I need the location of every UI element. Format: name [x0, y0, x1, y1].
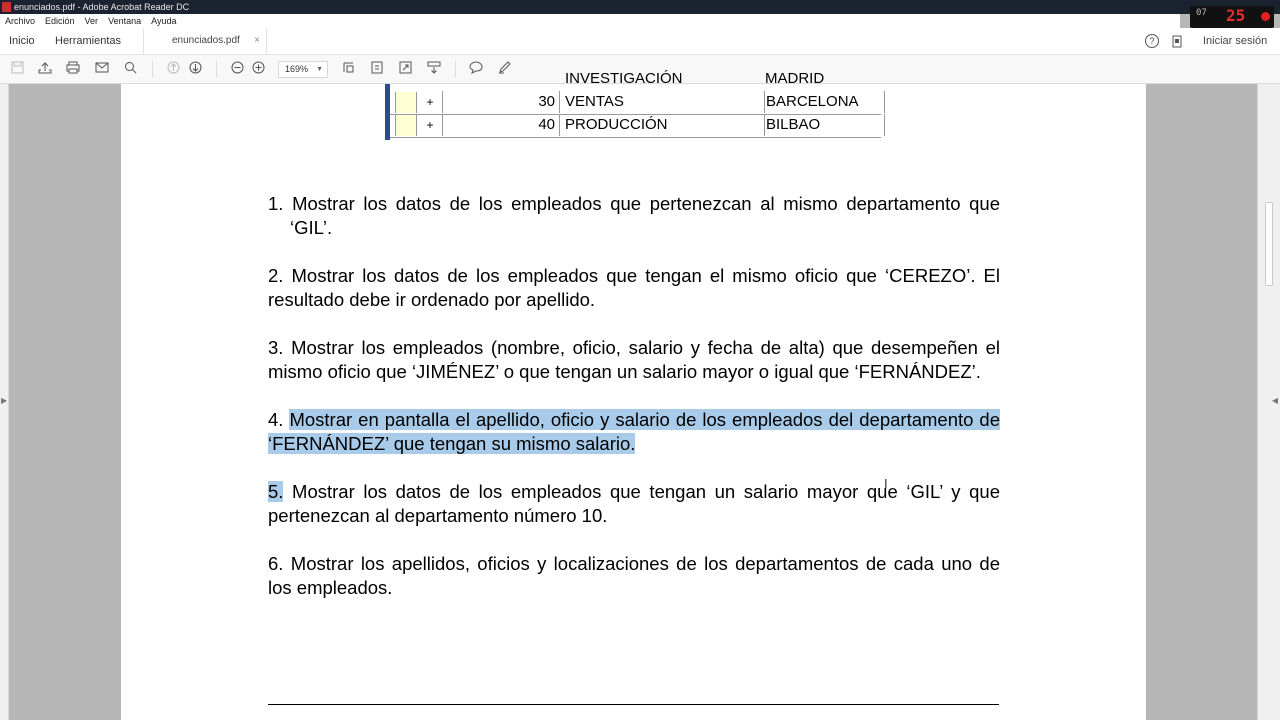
dept-number: 40 [442, 114, 560, 136]
comment-icon[interactable] [468, 61, 484, 77]
menu-bar: Archivo Edición Ver Ventana Ayuda [0, 14, 1180, 28]
tab-document[interactable]: enunciados.pdf × [143, 28, 267, 54]
save-icon[interactable] [9, 61, 25, 77]
menu-edicion[interactable]: Edición [40, 14, 80, 28]
full-screen-icon[interactable] [397, 61, 413, 77]
close-tab-icon[interactable]: × [254, 28, 260, 54]
scroll-thumb[interactable] [1265, 202, 1273, 286]
horizontal-rule [268, 704, 999, 705]
exercise-item[interactable]: 5. Mostrar los datos de los empleados qu… [268, 480, 1000, 528]
menu-ayuda[interactable]: Ayuda [146, 14, 181, 28]
tab-bar: Inicio Herramientas enunciados.pdf × ? I… [0, 28, 1280, 55]
recorder-widget[interactable]: 07 25 [1190, 6, 1274, 28]
toolbar-separator [455, 61, 456, 77]
toolbar-separator [216, 61, 217, 77]
department-table: INVESTIGACIÓN MADRID + 30 VENTAS BARCELO… [385, 70, 885, 140]
page-fit-icon[interactable] [369, 61, 385, 77]
table-row: + 30 VENTAS BARCELONA [390, 91, 885, 115]
exercise-text: Mostrar los apellidos, oficios y localiz… [268, 553, 1000, 598]
exercise-number-selected: 5. [268, 481, 284, 502]
expand-right-icon: ◀ [1271, 396, 1278, 405]
exercise-item[interactable]: 4. Mostrar en pantalla el apellido, ofic… [268, 408, 1001, 456]
vertical-scrollbar[interactable]: ◀ [1257, 84, 1280, 720]
help-icon: ? [1145, 34, 1159, 48]
row-selector [395, 115, 417, 136]
exercise-item[interactable]: 3. Mostrar los empleados (nombre, oficio… [268, 336, 1000, 384]
select-tool-icon[interactable] [340, 61, 356, 77]
recorder-time: 25 [1226, 6, 1246, 25]
print-icon[interactable] [65, 61, 81, 77]
acrobat-icon [2, 2, 11, 12]
pen-icon[interactable] [497, 61, 513, 77]
menu-ventana[interactable]: Ventana [103, 14, 146, 28]
exercise-list[interactable]: 1. Mostrar los datos de los empleados qu… [268, 192, 1001, 624]
tab-herramientas[interactable]: Herramientas [55, 28, 121, 54]
device-icon [1172, 35, 1182, 48]
menu-archivo[interactable]: Archivo [0, 14, 40, 28]
document-tab-label: enunciados.pdf [172, 35, 240, 46]
text-cursor-icon: I [884, 476, 888, 491]
dept-name: VENTAS [562, 91, 765, 113]
exercise-number: 4. [268, 409, 284, 430]
dept-location: BILBAO [762, 114, 885, 136]
window-titlebar: enunciados.pdf - Adobe Acrobat Reader DC [0, 0, 1280, 14]
zoom-out-icon[interactable] [229, 61, 245, 77]
menu-ver[interactable]: Ver [80, 14, 104, 28]
table-row: + 40 PRODUCCIÓN BILBAO [390, 114, 885, 138]
tab-inicio[interactable]: Inicio [9, 28, 35, 54]
exercise-number: 2. [268, 265, 284, 286]
expand-row-icon: + [418, 114, 443, 136]
mobile-link-button[interactable] [1172, 28, 1182, 54]
previous-page-icon[interactable] [165, 61, 181, 77]
zoom-in-icon[interactable] [250, 61, 266, 77]
left-panel-toggle[interactable]: ▶ [0, 84, 9, 720]
window-title: enunciados.pdf - Adobe Acrobat Reader DC [14, 2, 190, 12]
signin-button[interactable]: Iniciar sesión [1203, 28, 1267, 54]
search-icon[interactable] [122, 61, 138, 77]
exercise-item[interactable]: 2. Mostrar los datos de los empleados qu… [268, 264, 1000, 312]
next-page-icon[interactable] [187, 61, 203, 77]
zoom-select[interactable]: 169% ▼ [278, 61, 328, 78]
expand-row-icon: + [418, 91, 443, 113]
expand-left-icon: ▶ [1, 396, 8, 405]
dept-name: PRODUCCIÓN [562, 114, 765, 136]
exercise-number: 3. [268, 337, 284, 358]
dept-location: BARCELONA [762, 91, 885, 113]
record-icon[interactable] [1261, 12, 1270, 21]
exercise-text: Mostrar los datos de los empleados que t… [268, 481, 1000, 526]
cut-dept-name: INVESTIGACIÓN [565, 70, 683, 87]
exercise-text: Mostrar los datos de los empleados que p… [290, 193, 1000, 238]
exercise-text-selected: Mostrar en pantalla el apellido, oficio … [268, 409, 1001, 454]
scrolling-mode-icon[interactable] [426, 61, 442, 77]
email-icon[interactable] [94, 61, 110, 77]
chevron-down-icon: ▼ [316, 66, 323, 73]
toolbar-separator [152, 61, 153, 77]
cut-dept-loc: MADRID [765, 70, 825, 87]
exercise-item[interactable]: 1. Mostrar los datos de los empleados qu… [268, 192, 1000, 240]
zoom-value: 169% [285, 64, 309, 74]
recorder-digits: 07 [1196, 8, 1207, 18]
exercise-number: 1. [268, 193, 284, 214]
dept-number: 30 [442, 91, 560, 113]
row-selector [395, 92, 417, 113]
help-button[interactable]: ? [1145, 28, 1159, 54]
exercise-item[interactable]: 6. Mostrar los apellidos, oficios y loca… [268, 552, 1000, 600]
upload-icon[interactable] [37, 61, 53, 77]
exercise-number: 6. [268, 553, 284, 574]
exercise-text: Mostrar los empleados (nombre, oficio, s… [268, 337, 1001, 382]
exercise-text: Mostrar los datos de los empleados que t… [268, 265, 1000, 310]
